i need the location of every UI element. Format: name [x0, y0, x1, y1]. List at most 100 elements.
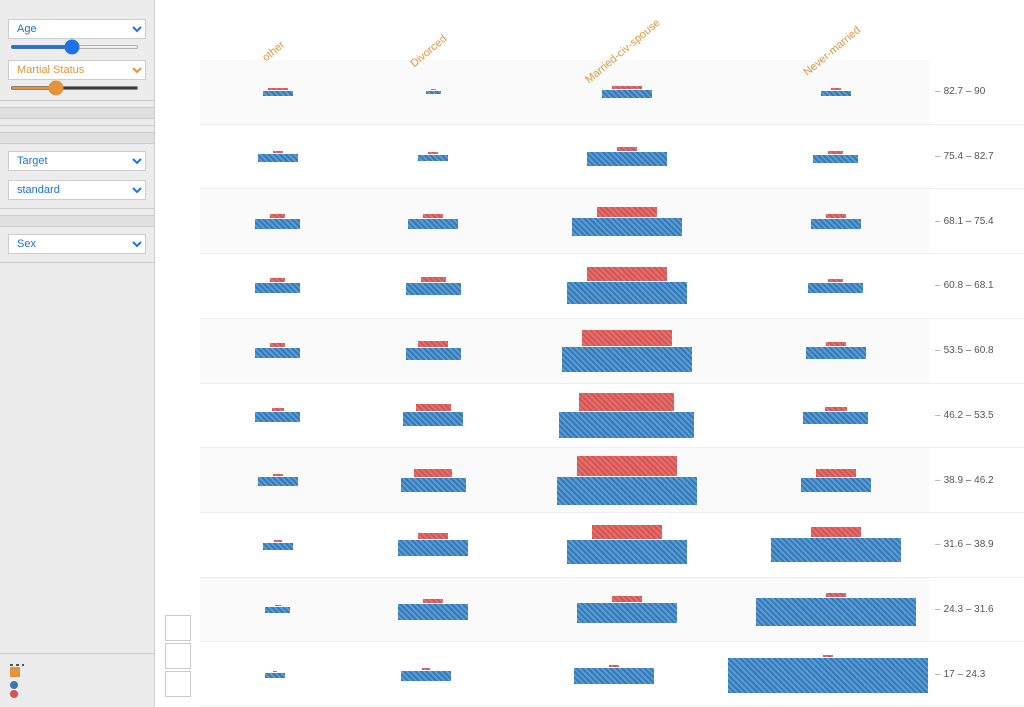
bar-blue — [577, 603, 677, 623]
chart-cell — [355, 319, 510, 383]
bar-blue — [811, 219, 861, 229]
fit-button[interactable] — [165, 671, 191, 697]
range-label: –68.1 – 75.4 — [929, 189, 1024, 254]
bar-blue — [821, 91, 851, 96]
color-by-select[interactable]: Target — [8, 151, 146, 171]
chart-cell — [511, 125, 743, 189]
bar-blue — [562, 347, 692, 372]
positioning-header[interactable] — [0, 107, 154, 119]
zoom-out-button[interactable] — [165, 643, 191, 669]
bar-red — [272, 408, 284, 411]
bar-red — [274, 540, 282, 542]
bar-red — [418, 341, 448, 347]
bar-blue — [567, 282, 687, 304]
bar-stack — [255, 214, 300, 229]
palette-select[interactable]: standard — [8, 180, 146, 200]
chart-cell — [200, 384, 355, 448]
bar-red — [422, 668, 430, 670]
range-label: –31.6 – 38.9 — [929, 513, 1024, 578]
bar-red — [612, 596, 642, 602]
bar-red — [587, 267, 667, 281]
toolbar — [165, 615, 191, 697]
color-header[interactable] — [0, 132, 154, 144]
chart-cell — [511, 448, 743, 512]
chart-cell — [200, 254, 355, 318]
bar-blue — [771, 538, 901, 562]
bar-blue — [408, 219, 458, 229]
bar-red — [423, 214, 443, 218]
chart-cell — [351, 642, 502, 706]
bar-blue — [401, 671, 451, 681]
column-headers: other Divorced Married-civ-spouse Never-… — [200, 0, 929, 60]
bar-red — [831, 88, 841, 90]
bar-stack — [398, 599, 468, 620]
bar-blue — [258, 154, 298, 162]
chart-cell — [200, 125, 355, 189]
chart-cell — [355, 189, 510, 253]
bar-stack — [403, 404, 463, 426]
bar-red — [418, 533, 448, 539]
age-icon — [10, 664, 24, 666]
chart-cell — [743, 448, 929, 512]
bar-red — [826, 214, 846, 218]
bar-red — [423, 599, 443, 603]
chart-row — [200, 319, 929, 384]
chart-row — [200, 125, 929, 190]
chart-cell — [743, 125, 929, 189]
chart-cell — [743, 578, 929, 642]
col-slider[interactable] — [10, 86, 139, 90]
chart-cell — [200, 189, 355, 253]
bar-blue — [403, 412, 463, 426]
bar-red — [270, 343, 285, 347]
bar-red — [597, 207, 657, 217]
bar-blue — [255, 283, 300, 293]
bar-red — [828, 151, 843, 154]
chart-body: –82.7 – 90–75.4 – 82.7–68.1 – 75.4–60.8 … — [200, 60, 1024, 707]
range-labels: –82.7 – 90–75.4 – 82.7–68.1 – 75.4–60.8 … — [929, 60, 1024, 707]
bar-red — [273, 474, 283, 476]
bar-stack — [258, 474, 298, 486]
show-select[interactable]: Sex — [8, 234, 146, 254]
chart-row — [200, 642, 929, 707]
bar-red — [428, 152, 438, 154]
bar-stack — [255, 278, 300, 293]
col-header-married: Married-civ-spouse — [510, 0, 743, 60]
gt50k-dot — [10, 690, 18, 698]
bar-blue — [255, 348, 300, 358]
zoom-in-button[interactable] — [165, 615, 191, 641]
col-header-divorced: Divorced — [355, 0, 510, 60]
bar-stack — [406, 277, 461, 295]
bar-blue — [567, 540, 687, 564]
legend-martial — [10, 667, 144, 677]
bar-red — [609, 665, 619, 667]
range-label: –17 – 24.3 — [929, 642, 1024, 707]
bar-red — [617, 147, 637, 151]
chart-cell — [727, 642, 929, 706]
chart-cell — [511, 578, 743, 642]
display-header[interactable] — [0, 215, 154, 227]
bar-stack — [803, 407, 868, 424]
bar-blue — [574, 668, 654, 684]
bar-stack — [398, 533, 468, 556]
bar-stack — [418, 152, 448, 161]
bar-red — [273, 671, 277, 672]
bar-red — [816, 469, 856, 477]
bar-blue — [255, 219, 300, 229]
bar-blue — [401, 478, 466, 492]
bar-stack — [813, 151, 858, 163]
chart-visualization: other Divorced Married-civ-spouse Never-… — [200, 0, 1024, 707]
legend-gt50k — [10, 690, 144, 698]
bar-blue — [587, 152, 667, 166]
col-facet-select[interactable]: Martial Status — [8, 60, 146, 80]
row-facet-select[interactable]: Age — [8, 19, 146, 39]
col-header-other: other — [200, 0, 355, 60]
bar-blue — [263, 91, 293, 96]
bar-red — [268, 88, 288, 90]
martial-icon — [10, 667, 20, 677]
row-slider[interactable] — [10, 45, 139, 49]
chart-cell — [511, 189, 743, 253]
bar-stack — [557, 456, 697, 505]
bar-blue — [813, 155, 858, 163]
bar-stack — [567, 525, 687, 564]
bar-red — [270, 278, 285, 282]
